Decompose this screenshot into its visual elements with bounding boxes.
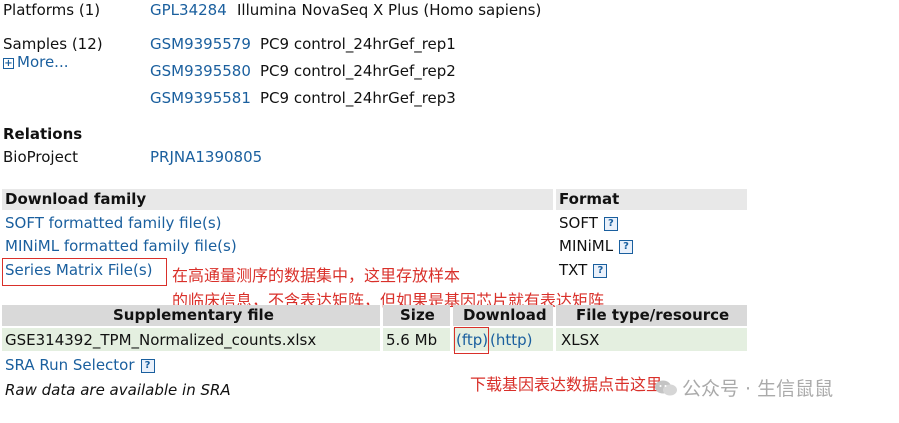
sample-desc: PC9 control_24hrGef_rep1 — [260, 35, 456, 53]
sample-id-link[interactable]: GSM9395580 — [150, 62, 251, 80]
sra-run-selector-link[interactable]: SRA Run Selector — [5, 356, 135, 374]
help-icon[interactable]: ? — [140, 359, 155, 373]
supp-file-type: XLSX — [561, 331, 600, 349]
bioproject-link[interactable]: PRJNA1390805 — [150, 148, 262, 166]
format-label: TXT — [559, 261, 588, 279]
watermark-text: 公众号 · 生信鼠鼠 — [682, 378, 834, 400]
miniml-family-link[interactable]: MINiML formatted family file(s) — [5, 237, 237, 255]
help-icon[interactable]: ? — [593, 264, 608, 278]
soft-family-link[interactable]: SOFT formatted family file(s) — [5, 214, 222, 232]
annotation-download-hint: 下载基因表达数据点击这里 — [470, 375, 663, 394]
expand-plus-icon: + — [3, 58, 14, 69]
format-header: Format — [559, 190, 620, 208]
ftp-highlight-box — [454, 327, 489, 354]
soft-format: SOFT? — [559, 214, 618, 232]
series-matrix-highlight-box — [2, 258, 167, 286]
format-label: SOFT — [559, 214, 598, 232]
platform-desc: Illumina NovaSeq X Plus (Homo sapiens) — [237, 1, 542, 19]
wechat-logo-icon — [655, 380, 677, 396]
help-icon[interactable]: ? — [619, 240, 634, 254]
download-family-header: Download family — [5, 190, 147, 208]
samples-label: Samples (12) — [3, 35, 103, 53]
supp-file-size: 5.6 Mb — [386, 331, 438, 349]
sample-desc: PC9 control_24hrGef_rep3 — [260, 89, 456, 107]
bioproject-label: BioProject — [3, 148, 78, 166]
sample-desc: PC9 control_24hrGef_rep2 — [260, 62, 456, 80]
file-type-header: File type/resource — [576, 306, 730, 324]
sra-run-selector: SRA Run Selector? — [5, 356, 155, 374]
platforms-label: Platforms (1) — [3, 1, 101, 19]
format-label: MINiML — [559, 237, 614, 255]
raw-data-note: Raw data are available in SRA — [5, 381, 231, 399]
supp-file-header: Supplementary file — [113, 306, 274, 324]
download-header: Download — [463, 306, 547, 324]
annotation-line-1: 在高通量测序的数据集中，这里存放样本 — [172, 266, 461, 285]
sample-id-link[interactable]: GSM9395581 — [150, 89, 251, 107]
samples-more-label: More... — [17, 53, 69, 71]
sample-id-link[interactable]: GSM9395579 — [150, 35, 251, 53]
http-download-link[interactable]: (http) — [490, 331, 533, 349]
supp-file-name: GSE314392_TPM_Normalized_counts.xlsx — [5, 331, 317, 349]
relations-heading: Relations — [3, 125, 83, 143]
platform-id-link[interactable]: GPL34284 — [150, 1, 227, 19]
txt-format: TXT? — [559, 261, 608, 279]
samples-more-button[interactable]: + More... — [3, 53, 69, 71]
miniml-format: MINiML? — [559, 237, 634, 255]
size-header: Size — [400, 306, 435, 324]
help-icon[interactable]: ? — [603, 217, 618, 231]
